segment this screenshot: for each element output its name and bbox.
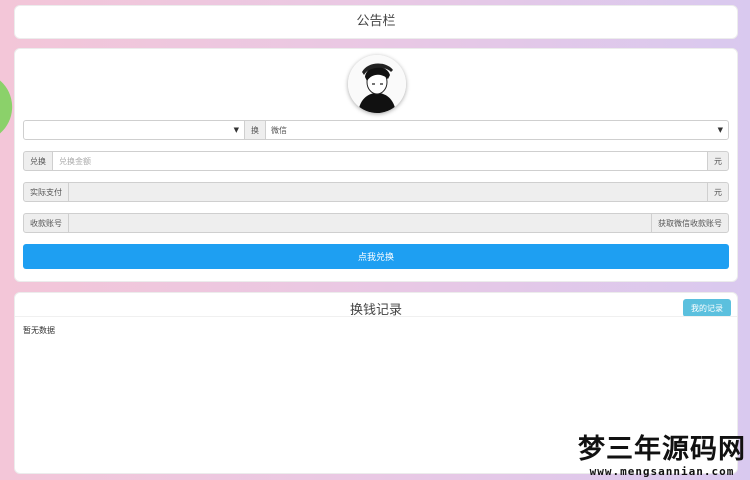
notice-panel: 公告栏	[14, 5, 738, 39]
account-field	[69, 213, 651, 233]
actual-pay-label: 实际支付	[23, 182, 69, 202]
amount-unit: 元	[707, 151, 729, 171]
empty-state-text: 暂无数据	[23, 326, 55, 335]
watermark: 梦三年源码网 www.mengsannian.com	[578, 434, 746, 479]
my-records-button[interactable]: 我的记录	[683, 299, 731, 317]
actual-pay-unit: 元	[707, 182, 729, 202]
watermark-title: 梦三年源码网	[578, 434, 746, 465]
user-avatar-icon	[348, 55, 406, 113]
get-account-button[interactable]: 获取微信收款账号	[651, 213, 729, 233]
method-row: ▼ 换 微信 ▼	[23, 120, 729, 140]
submit-exchange-button[interactable]: 点我兑换	[23, 244, 729, 269]
exchange-panel: ▼ 换 微信 ▼ 兑换 兑换金额 元 实际支付 元 收款账号 获取微信收款账号 …	[14, 48, 738, 282]
caret-down-icon: ▼	[717, 126, 723, 134]
amount-row: 兑换 兑换金额 元	[23, 151, 729, 171]
source-select[interactable]: ▼	[23, 120, 245, 140]
actual-pay-row: 实际支付 元	[23, 182, 729, 202]
method-select[interactable]: 微信 ▼	[265, 120, 729, 140]
account-label: 收款账号	[23, 213, 69, 233]
account-row: 收款账号 获取微信收款账号	[23, 213, 729, 233]
notice-title: 公告栏	[356, 14, 396, 29]
records-divider	[15, 316, 737, 317]
actual-pay-field	[69, 182, 707, 202]
caret-down-icon: ▼	[233, 126, 239, 134]
method-label: 换	[245, 120, 265, 140]
amount-label: 兑换	[23, 151, 53, 171]
amount-input[interactable]: 兑换金额	[53, 151, 707, 171]
watermark-url: www.mengsannian.com	[589, 465, 735, 478]
